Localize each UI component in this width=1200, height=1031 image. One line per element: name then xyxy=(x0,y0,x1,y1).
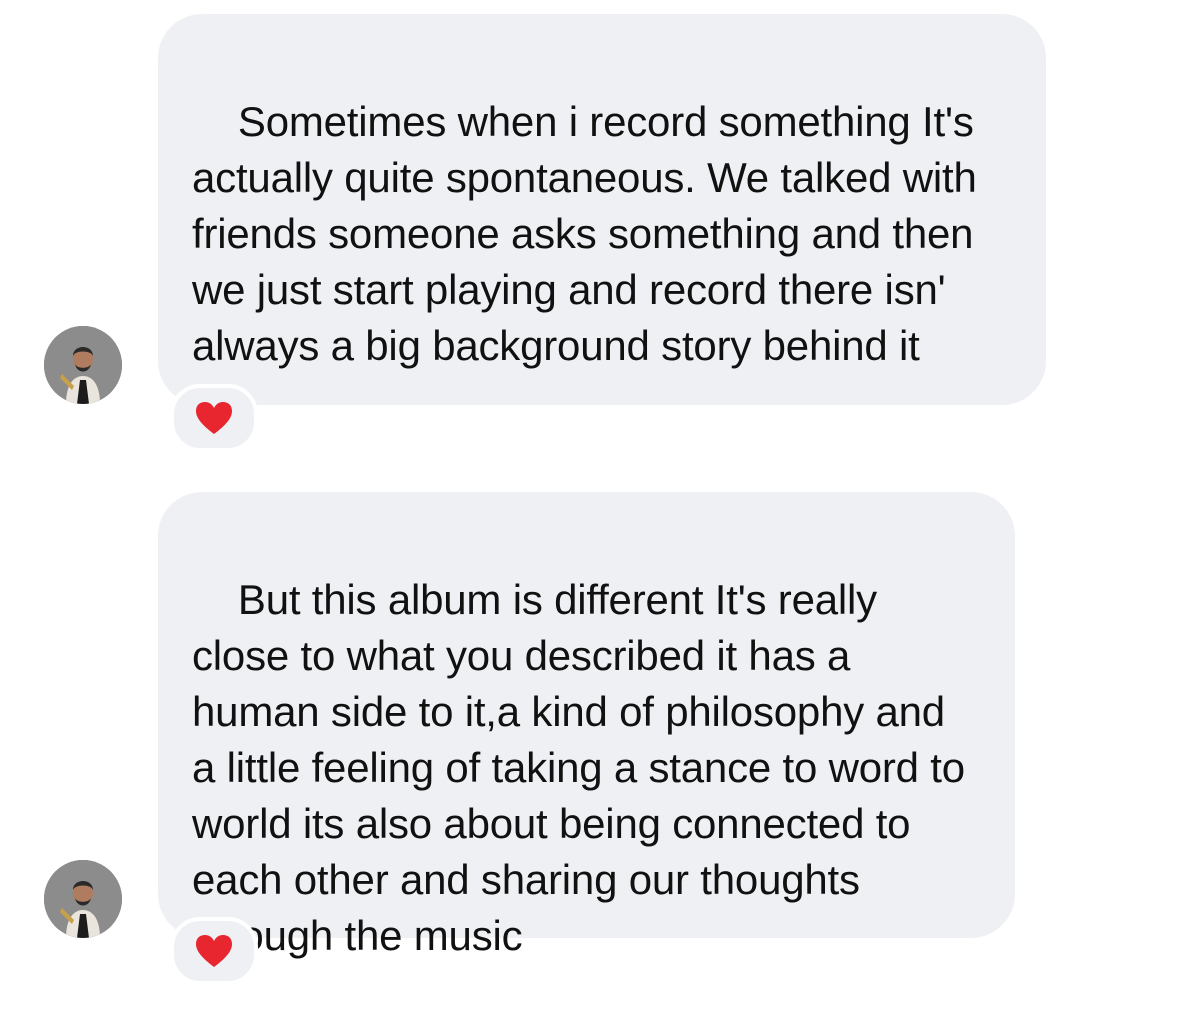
message-bubble[interactable]: Sometimes when i record something It's a… xyxy=(158,14,1046,405)
sender-avatar[interactable] xyxy=(44,326,122,404)
heart-icon xyxy=(196,935,232,967)
reaction-badge[interactable] xyxy=(170,917,258,985)
reaction-badge[interactable] xyxy=(170,384,258,452)
heart-icon xyxy=(196,402,232,434)
message-bubble[interactable]: But this album is different It's really … xyxy=(158,492,1015,959)
message-text: Sometimes when i record something It's a… xyxy=(192,98,989,369)
avatar-photo-icon xyxy=(44,326,122,404)
sender-avatar[interactable] xyxy=(44,860,122,938)
avatar-photo-icon xyxy=(44,860,122,938)
message-text: But this album is different It's really … xyxy=(192,576,977,959)
